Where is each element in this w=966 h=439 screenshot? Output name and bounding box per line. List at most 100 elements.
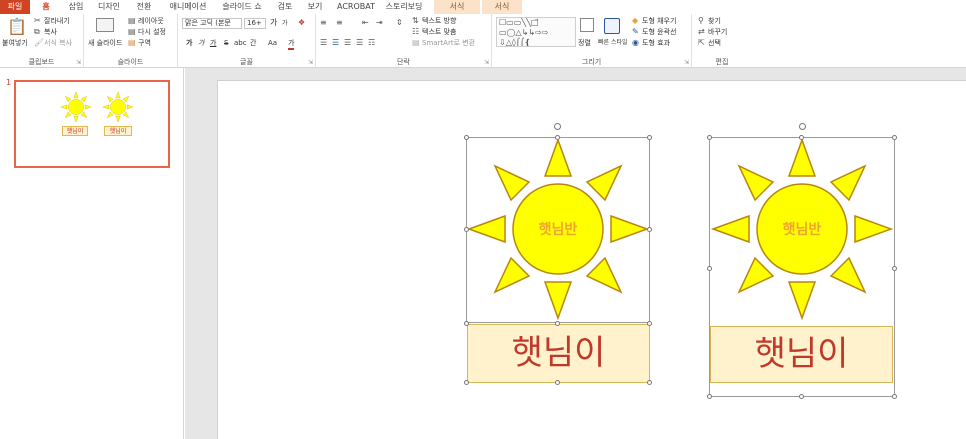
right-handle-e[interactable]	[892, 266, 897, 271]
font-launcher-icon[interactable]: ⇲	[308, 59, 313, 66]
smartart-button[interactable]: SmartArt로 변환	[422, 38, 475, 48]
shrink-font-button[interactable]: 가	[282, 19, 288, 29]
left-sun-shape[interactable]: 햇님반	[466, 137, 650, 323]
shapes-gallery[interactable]: ☐▭▭╲╲□⃗ ▭◯△↳↳⇨⇨ ⇩△◊⌠⌠❴	[496, 17, 576, 47]
shape-effects-button[interactable]: 도형 효과	[642, 38, 670, 48]
tab-insert[interactable]: 삽입	[66, 0, 86, 14]
tab-file[interactable]: 파일	[0, 0, 30, 14]
smartart-icon[interactable]: ▤	[412, 38, 420, 48]
columns-icon[interactable]: ☶	[368, 38, 375, 48]
format-painter-icon[interactable]: 🖌	[34, 38, 44, 48]
right-handle-nw[interactable]	[707, 135, 712, 140]
handle-nw[interactable]	[464, 135, 469, 140]
reset-icon[interactable]: ▤	[128, 27, 136, 37]
slide-canvas[interactable]: 햇님반 햇님이 햇님반 햇님이	[217, 80, 966, 439]
section-button[interactable]: 구역	[138, 38, 151, 48]
new-slide-button[interactable]: 새 슬라이드	[88, 38, 122, 48]
replace-button[interactable]: 바꾸기	[708, 27, 727, 37]
paragraph-launcher-icon[interactable]: ⇲	[484, 59, 489, 66]
arrange-button[interactable]: 정렬	[578, 38, 591, 48]
tab-home[interactable]: 홈	[38, 0, 54, 14]
tab-acrobat[interactable]: ACROBAT	[336, 0, 376, 14]
tab-view[interactable]: 보기	[305, 0, 325, 14]
right-handle-w[interactable]	[707, 266, 712, 271]
decrease-indent-icon[interactable]: ⇤	[362, 18, 369, 28]
format-painter-button[interactable]: 서식 복사	[44, 38, 72, 48]
caption-handle-nw[interactable]	[464, 321, 469, 326]
cut-icon[interactable]: ✂	[34, 16, 41, 26]
right-sun-shape[interactable]: 햇님반	[709, 137, 895, 323]
tab-animations[interactable]: 애니메이션	[166, 0, 210, 14]
tab-transitions[interactable]: 전환	[134, 0, 154, 14]
find-button[interactable]: 찾기	[708, 16, 721, 26]
drawing-launcher-icon[interactable]: ⇲	[684, 59, 689, 66]
handle-ne[interactable]	[647, 135, 652, 140]
character-spacing-button[interactable]: 간	[250, 38, 256, 48]
tab-format-drawing[interactable]: 서식	[434, 0, 480, 14]
strikethrough-button[interactable]: S	[224, 38, 228, 48]
right-handle-sw[interactable]	[707, 394, 712, 399]
right-handle-s[interactable]	[799, 394, 804, 399]
shape-fill-button[interactable]: 도형 채우기	[642, 16, 676, 26]
right-caption-box[interactable]: 햇님이	[710, 326, 893, 383]
shape-outline-icon[interactable]: ✎	[632, 27, 639, 37]
right-group-rotate-handle[interactable]	[799, 123, 806, 130]
handle-w[interactable]	[464, 227, 469, 232]
caption-handle-se[interactable]	[647, 380, 652, 385]
clipboard-launcher-icon[interactable]: ⇲	[76, 59, 81, 66]
reset-button[interactable]: 다시 설정	[138, 27, 166, 37]
paste-button[interactable]: 붙여넣기	[2, 38, 28, 48]
left-sun-rotate-handle[interactable]	[554, 123, 561, 130]
change-case-button[interactable]: Aa	[268, 38, 277, 48]
section-icon[interactable]: ▤	[128, 38, 136, 48]
quick-styles-button[interactable]: 빠른 스타일	[598, 38, 628, 48]
italic-button[interactable]: 가	[198, 38, 204, 48]
tab-storyboarding[interactable]: 스토리보딩	[384, 0, 424, 14]
slide-thumbnail-1[interactable]: 햇님이 햇님이	[14, 80, 170, 168]
font-color-button[interactable]: 가	[288, 38, 295, 50]
bullets-icon[interactable]: ≡	[320, 18, 327, 28]
handle-e[interactable]	[647, 227, 652, 232]
tab-slideshow[interactable]: 슬라이드 쇼	[220, 0, 264, 14]
cut-button[interactable]: 잘라내기	[44, 16, 70, 26]
find-icon[interactable]: ⚲	[698, 16, 704, 26]
layout-button[interactable]: 레이아웃	[138, 16, 164, 26]
increase-indent-icon[interactable]: ⇥	[376, 18, 383, 28]
bold-button[interactable]: 가	[186, 38, 192, 48]
font-size-select[interactable]: 16+	[244, 18, 266, 29]
layout-icon[interactable]: ▤	[128, 16, 136, 26]
left-caption-box[interactable]: 햇님이	[467, 324, 650, 383]
numbering-icon[interactable]: ≡	[336, 18, 343, 28]
clear-format-icon[interactable]: ❖	[298, 18, 305, 28]
justify-icon[interactable]: ☰	[356, 38, 363, 48]
caption-handle-sw[interactable]	[464, 380, 469, 385]
tab-design[interactable]: 디자인	[96, 0, 122, 14]
align-center-icon[interactable]: ☰	[332, 38, 339, 48]
arrange-icon[interactable]	[580, 18, 594, 32]
right-handle-ne[interactable]	[892, 135, 897, 140]
copy-button[interactable]: 복사	[44, 27, 57, 37]
copy-icon[interactable]: ⧉	[34, 27, 40, 37]
new-slide-icon[interactable]	[96, 18, 114, 32]
right-handle-se[interactable]	[892, 394, 897, 399]
caption-handle-ne[interactable]	[647, 321, 652, 326]
shadow-button[interactable]: abc	[234, 38, 247, 48]
select-icon[interactable]: ⇱	[698, 38, 705, 48]
text-direction-button[interactable]: 텍스트 방향	[422, 16, 456, 26]
align-text-icon[interactable]: ☷	[412, 27, 419, 37]
font-name-select[interactable]: 맑은 고딕 (본문	[182, 18, 242, 29]
text-direction-icon[interactable]: ⇅	[412, 16, 419, 26]
align-text-button[interactable]: 텍스트 맞춤	[422, 27, 456, 37]
right-handle-n[interactable]	[799, 135, 804, 140]
quick-styles-icon[interactable]	[604, 18, 620, 34]
underline-button[interactable]: 가	[210, 38, 216, 48]
tab-format-picture[interactable]: 서식	[482, 0, 522, 14]
caption-handle-n[interactable]	[555, 321, 560, 326]
select-button[interactable]: 선택	[708, 38, 721, 48]
shape-effects-icon[interactable]: ◉	[632, 38, 639, 48]
shape-fill-icon[interactable]: ◆	[632, 16, 638, 26]
shape-outline-button[interactable]: 도형 윤곽선	[642, 27, 676, 37]
grow-font-button[interactable]: 가	[270, 18, 277, 28]
line-spacing-icon[interactable]: ⇕	[396, 18, 403, 28]
caption-handle-s[interactable]	[555, 380, 560, 385]
